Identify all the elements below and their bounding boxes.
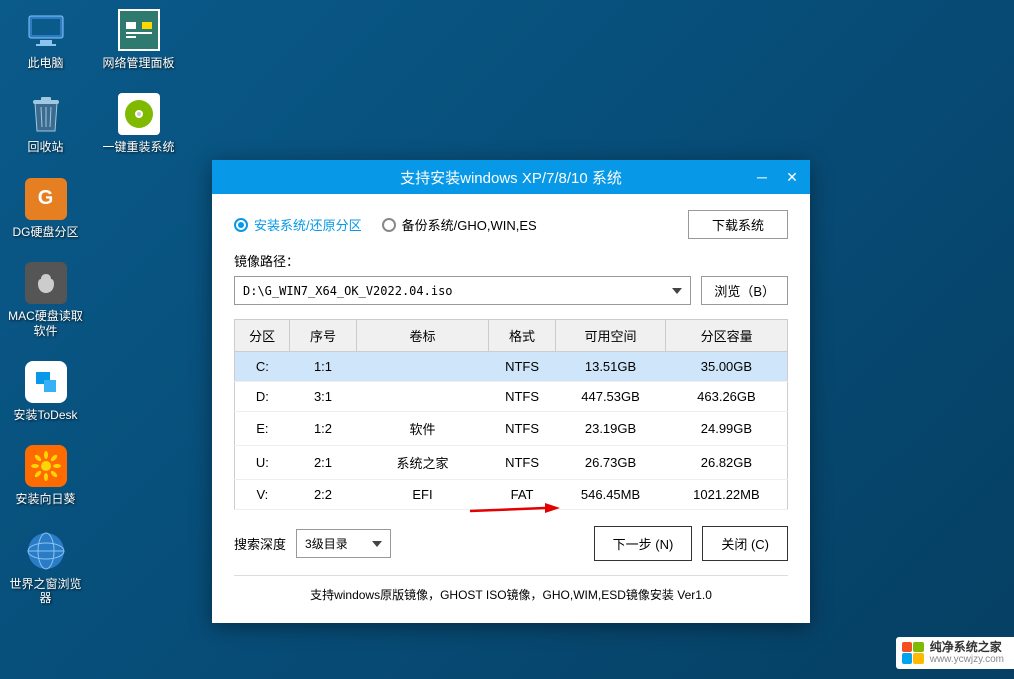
watermark: 纯净系统之家 www.ycwjzy.com: [896, 637, 1014, 669]
partition-table: 分区 序号 卷标 格式 可用空间 分区容量 C:1:1NTFS13.51GB35…: [234, 319, 788, 510]
table-row[interactable]: U:2:1系统之家NTFS26.73GB26.82GB: [235, 446, 788, 480]
watermark-logo-icon: [902, 642, 924, 664]
minimize-button[interactable]: ─: [752, 167, 772, 187]
desktop-icon-network-panel[interactable]: 网络管理面板: [101, 8, 176, 70]
radio-backup[interactable]: 备份系统/GHO,WIN,ES: [382, 215, 537, 234]
desktop-icons: 此电脑 回收站 G DG硬盘分区 MAC硬盘读取软件 安装ToDesk 安装向日…: [8, 8, 194, 606]
desktop-icon-dg-partition[interactable]: G DG硬盘分区: [8, 177, 83, 239]
search-depth-select[interactable]: 3级目录: [296, 529, 391, 558]
table-row[interactable]: E:1:2软件NTFS23.19GB24.99GB: [235, 412, 788, 446]
col-capacity: 分区容量: [666, 320, 788, 352]
col-free: 可用空间: [555, 320, 666, 352]
desktop-icon-mac-disk[interactable]: MAC硬盘读取软件: [8, 261, 83, 338]
globe-icon: [26, 531, 66, 571]
installer-window: 支持安装windows XP/7/8/10 系统 ─ ✕ 安装系统/还原分区 备…: [212, 160, 810, 623]
dg-icon: G: [25, 178, 67, 220]
image-path-select[interactable]: D:\G_WIN7_X64_OK_V2022.04.iso: [234, 276, 691, 305]
search-depth-label: 搜索深度: [234, 534, 286, 553]
desktop-icon-todesk[interactable]: 安装ToDesk: [8, 360, 83, 422]
desktop-icon-recycle-bin[interactable]: 回收站: [8, 92, 83, 154]
next-button[interactable]: 下一步 (N): [594, 526, 693, 561]
network-icon: [118, 9, 160, 51]
table-row[interactable]: V:2:2EFIFAT546.45MB1021.22MB: [235, 480, 788, 510]
desktop-icon-this-pc[interactable]: 此电脑: [8, 8, 83, 70]
window-title: 支持安装windows XP/7/8/10 系统: [400, 167, 622, 188]
table-row[interactable]: C:1:1NTFS13.51GB35.00GB: [235, 352, 788, 382]
col-format: 格式: [489, 320, 555, 352]
chevron-down-icon: [672, 288, 682, 294]
desktop-icon-reinstall[interactable]: 一键重装系统: [101, 92, 176, 154]
table-row[interactable]: D:3:1NTFS447.53GB463.26GB: [235, 382, 788, 412]
radio-icon: [382, 218, 396, 232]
trash-icon: [29, 95, 63, 133]
titlebar[interactable]: 支持安装windows XP/7/8/10 系统 ─ ✕: [212, 160, 810, 194]
radio-icon: [234, 218, 248, 232]
mac-disk-icon: [25, 262, 67, 304]
browse-button[interactable]: 浏览（B）: [701, 276, 788, 305]
desktop-icon-browser[interactable]: 世界之窗浏览器: [8, 529, 83, 606]
col-partition: 分区: [235, 320, 290, 352]
cd-icon: [118, 93, 160, 135]
desktop-icon-sunflower[interactable]: 安装向日葵: [8, 444, 83, 506]
footer-text: 支持windows原版镜像，GHOST ISO镜像，GHO,WIM,ESD镜像安…: [234, 575, 788, 611]
radio-install-restore[interactable]: 安装系统/还原分区: [234, 215, 362, 234]
image-path-label: 镜像路径：: [234, 251, 788, 270]
download-system-button[interactable]: 下载系统: [688, 210, 788, 239]
sunflower-icon: [25, 445, 67, 487]
col-seq: 序号: [290, 320, 356, 352]
todesk-icon: [25, 361, 67, 403]
close-window-button[interactable]: ✕: [782, 167, 802, 187]
chevron-down-icon: [372, 541, 382, 547]
col-volume: 卷标: [356, 320, 489, 352]
close-button[interactable]: 关闭 (C): [702, 526, 788, 561]
pc-icon: [26, 14, 66, 46]
